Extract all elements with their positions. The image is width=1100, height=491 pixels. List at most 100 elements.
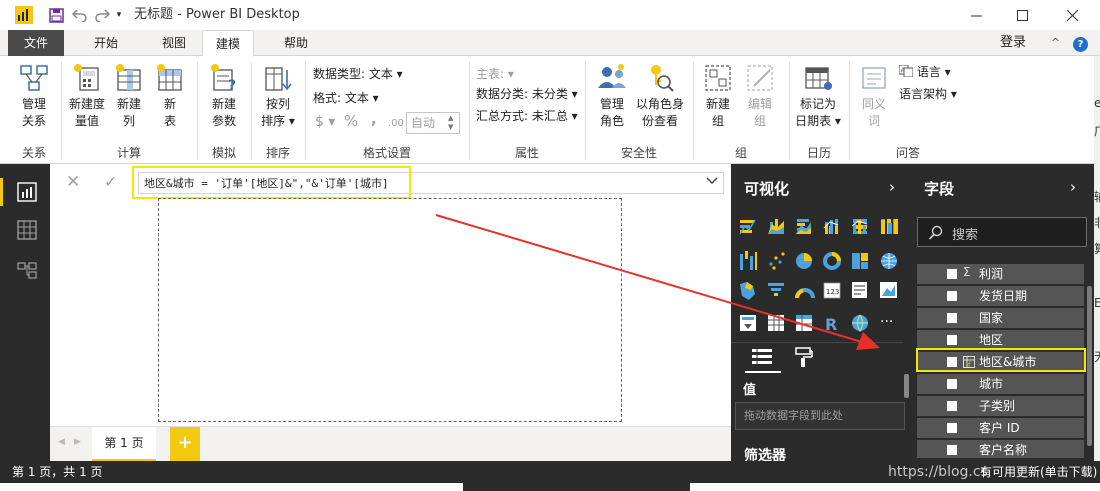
report-page-area[interactable] — [158, 198, 622, 422]
next-page-arrow[interactable]: ▶ — [74, 437, 81, 447]
field-row-subcategory[interactable]: 子类别 — [917, 396, 1084, 416]
field-row-profit[interactable]: Σ 利润 — [917, 264, 1084, 284]
field-row-customer-name[interactable]: 客户名称 — [917, 440, 1084, 458]
help-icon[interactable]: ? — [1073, 37, 1088, 52]
edit-group-icon — [747, 65, 773, 91]
thousands-separator-button[interactable]: , — [371, 111, 377, 127]
save-icon[interactable] — [46, 0, 66, 30]
login-link[interactable]: 登录 — [1000, 30, 1026, 56]
gauge-icon[interactable] — [795, 288, 815, 299]
field-checkbox[interactable] — [947, 379, 957, 389]
tab-home[interactable]: 开始 — [80, 30, 132, 56]
globe-icon[interactable] — [852, 314, 868, 333]
home-table-dropdown[interactable]: 主表: ▾ — [476, 66, 514, 82]
fields-scrollbar[interactable] — [1087, 286, 1092, 446]
manage-relationships-button[interactable]: 管理 关系 — [14, 62, 54, 130]
format-dropdown[interactable]: 格式: 文本 ▾ — [313, 90, 379, 106]
collapse-ribbon-icon[interactable]: ^ — [1051, 30, 1060, 56]
tab-modeling[interactable]: 建模 — [202, 30, 254, 57]
currency-format-button[interactable]: $ ▾ — [315, 114, 335, 130]
expand-formula-button[interactable] — [706, 174, 718, 188]
field-checkbox[interactable] — [947, 423, 957, 433]
spinner-arrows-icon[interactable]: ▲ ▼ — [448, 114, 458, 132]
card-icon[interactable]: 123 — [823, 282, 841, 299]
edit-group-button[interactable]: 编辑 组 — [742, 62, 778, 130]
new-group-button[interactable]: 新建 组 — [700, 62, 736, 130]
more-visuals-icon[interactable]: ··· — [880, 314, 893, 330]
field-row-customer-id[interactable]: 客户 ID — [917, 418, 1084, 438]
decimal-places-input[interactable]: 自动 ▲ ▼ — [406, 112, 460, 134]
r-visual-icon[interactable]: R — [825, 315, 837, 334]
undo-icon[interactable] — [70, 0, 90, 30]
new-table-button[interactable]: 新 表 — [152, 62, 188, 130]
cancel-formula-button[interactable]: ✕ — [66, 172, 80, 192]
scatter-chart-icon[interactable] — [769, 252, 785, 270]
new-column-button[interactable]: 新建 列 — [112, 62, 146, 130]
data-category-dropdown[interactable]: 数据分类: 未分类 ▾ — [476, 86, 578, 102]
field-checkbox[interactable] — [947, 335, 957, 345]
minimize-button[interactable] — [953, 0, 999, 30]
model-view-icon[interactable] — [17, 260, 37, 280]
add-page-button[interactable]: + — [170, 427, 200, 462]
field-row-city[interactable]: 城市 — [917, 374, 1084, 394]
linguistic-schema-dropdown[interactable]: 语言架构 ▾ — [899, 86, 957, 102]
more-visuals-glyph: ··· — [880, 314, 893, 330]
format-paint-roller-icon[interactable] — [793, 346, 815, 368]
title-bar: ▾ 无标题 - Power BI Desktop — [0, 0, 1100, 30]
field-row-country[interactable]: 国家 — [917, 308, 1084, 328]
tab-help[interactable]: 帮助 — [270, 30, 322, 56]
pie-chart-icon[interactable] — [796, 253, 812, 269]
close-button[interactable] — [1045, 0, 1100, 30]
percent-format-button[interactable]: % — [344, 113, 358, 129]
filled-map-icon[interactable] — [740, 282, 755, 300]
fields-search-input[interactable]: 搜索 — [917, 217, 1087, 247]
page-tab-1[interactable]: 第 1 页 — [92, 427, 156, 462]
sort-by-column-label-2: 排序 ▾ — [261, 114, 295, 128]
synonyms-button[interactable]: 同义 词 — [856, 62, 892, 130]
prev-page-arrow[interactable]: ◀ — [58, 437, 65, 447]
commit-formula-button[interactable]: ✓ — [104, 172, 117, 191]
viz-scrollbar[interactable] — [904, 374, 909, 398]
collapse-fields-button[interactable]: › — [1070, 178, 1076, 196]
manage-roles-button[interactable]: 管理 角色 — [592, 62, 632, 130]
visualizations-title: 可视化 — [744, 180, 790, 198]
collapse-visualizations-button[interactable]: › — [889, 178, 895, 196]
field-checkbox[interactable] — [947, 445, 957, 455]
funnel-icon[interactable] — [768, 283, 784, 296]
summarization-dropdown[interactable]: 汇总方式: 未汇总 ▾ — [476, 108, 578, 124]
field-row-ship-date[interactable]: 发货日期 — [917, 286, 1084, 306]
group-label-calculations: 计算 — [116, 146, 141, 160]
values-drop-zone[interactable]: 拖动数据字段到此处 — [735, 402, 905, 430]
donut-chart-icon[interactable] — [823, 252, 841, 270]
data-view-icon[interactable] — [17, 220, 37, 240]
new-parameter-button[interactable]: ? 新建 参数 — [204, 62, 244, 130]
field-checkbox[interactable] — [947, 401, 957, 411]
matrix-icon[interactable] — [796, 315, 812, 331]
field-row-region[interactable]: 地区 — [917, 330, 1084, 350]
update-available-link[interactable]: 有可用更新(单击下载) — [980, 461, 1097, 483]
field-checkbox[interactable] — [947, 313, 957, 323]
tab-view[interactable]: 视图 — [148, 30, 200, 56]
field-checkbox[interactable] — [947, 291, 957, 301]
field-checkbox[interactable] — [947, 269, 957, 279]
quick-access-dropdown[interactable]: ▾ — [113, 0, 125, 30]
kpi-icon[interactable] — [880, 282, 897, 298]
tab-file[interactable]: 文件 — [8, 30, 64, 56]
map-icon[interactable] — [881, 253, 897, 269]
treemap-icon[interactable] — [852, 253, 868, 269]
redo-icon[interactable] — [92, 0, 112, 30]
data-type-dropdown[interactable]: 数据类型: 文本 ▾ — [313, 66, 403, 82]
view-as-roles-button[interactable]: 以角色身 份查看 — [634, 62, 686, 130]
new-measure-button[interactable]: 新建度 量值 — [66, 62, 108, 130]
edge-text-fragment: 非 — [1094, 214, 1100, 231]
language-dropdown[interactable]: A 语言 ▾ — [898, 64, 951, 80]
maximize-button[interactable] — [999, 0, 1045, 30]
waterfall-icon[interactable] — [740, 251, 757, 270]
slicer-icon[interactable] — [740, 315, 756, 331]
table-visual-icon[interactable] — [768, 315, 784, 331]
report-view-icon[interactable] — [17, 182, 37, 202]
multi-row-card-icon[interactable] — [852, 282, 867, 298]
fields-well-tab-icon[interactable] — [751, 347, 773, 367]
sort-by-column-button[interactable]: 按列 排序 ▾ — [256, 62, 300, 130]
mark-as-date-table-button[interactable]: 标记为 日期表 ▾ — [793, 62, 843, 130]
